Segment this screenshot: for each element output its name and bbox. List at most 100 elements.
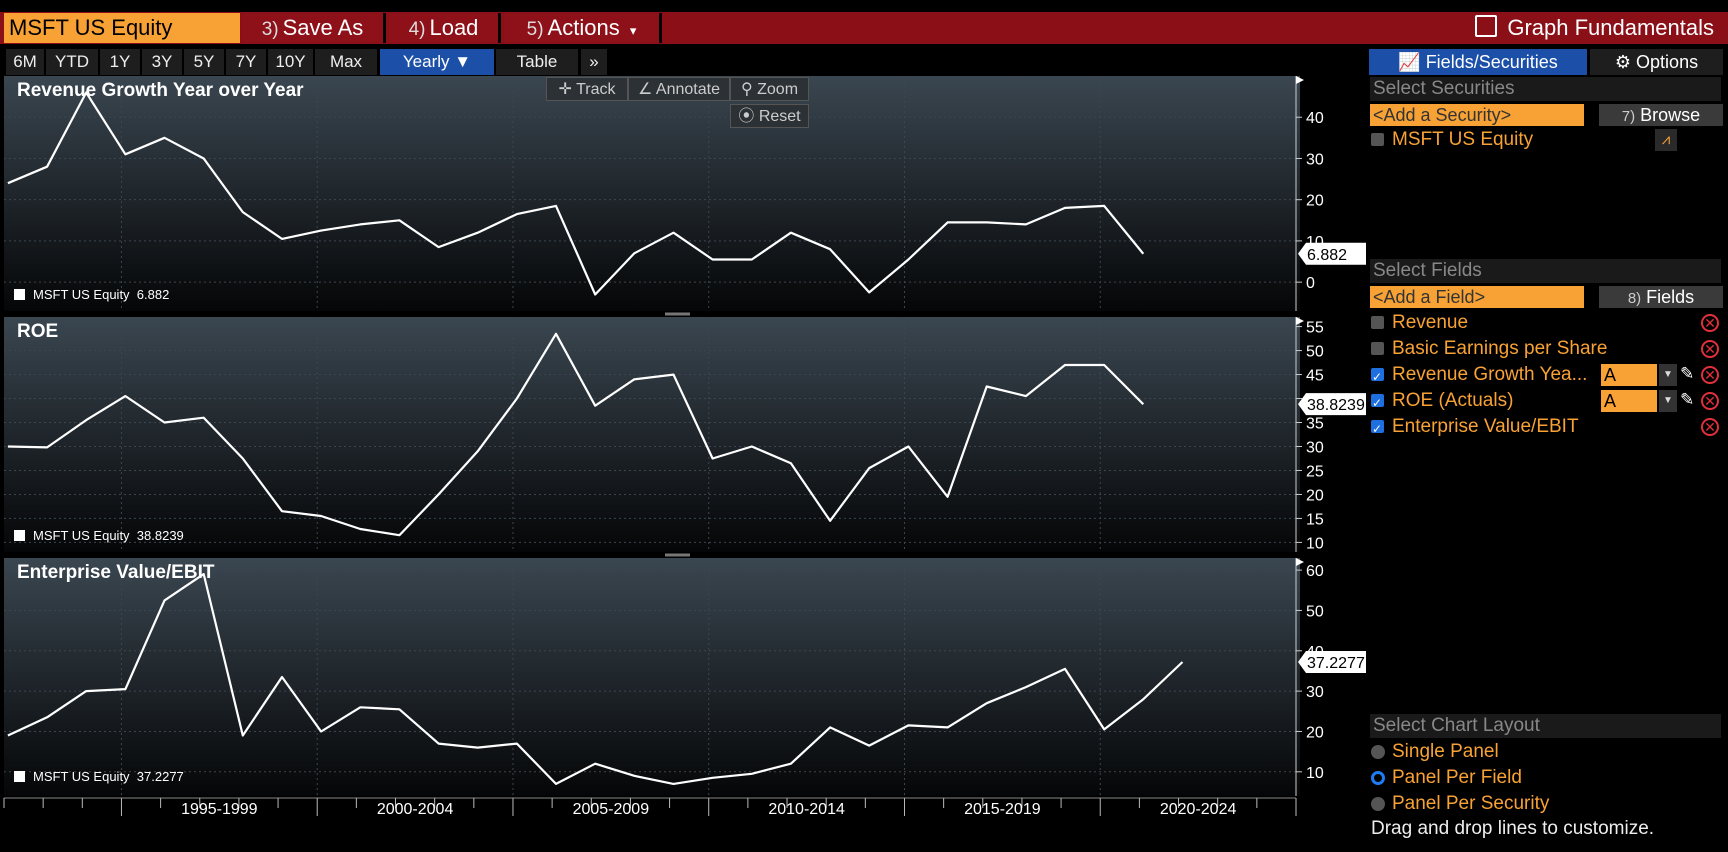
- edit-icon[interactable]: ✎: [1680, 364, 1694, 384]
- x-tick-label: 2020-2024: [1160, 801, 1237, 818]
- browse-button[interactable]: 7) Browse: [1599, 104, 1723, 126]
- last-value-label: 37.2277: [1307, 655, 1365, 672]
- legend-swatch: [14, 530, 25, 541]
- field-item-roe[interactable]: ROE (Actuals): [1371, 389, 1599, 415]
- y-tick-label: 20: [1306, 193, 1324, 210]
- annotate-label: Annotate: [655, 81, 720, 98]
- series-line: [7, 332, 1145, 537]
- line-style-icon[interactable]: ⩘: [1655, 129, 1677, 151]
- remove-field-icon[interactable]: ✕: [1701, 392, 1719, 410]
- y-tick-label: 45: [1306, 368, 1324, 385]
- x-tick-label: 2015-2019: [964, 801, 1041, 818]
- y-tick-label: 30: [1306, 684, 1324, 701]
- y-tick-label: 15: [1306, 511, 1324, 528]
- remove-field-icon[interactable]: ✕: [1701, 340, 1719, 358]
- field-checkbox[interactable]: [1371, 342, 1384, 355]
- y-tick-label: 30: [1306, 151, 1324, 168]
- legend-series-name: MSFT US Equity: [33, 287, 130, 302]
- y-tick-label: 35: [1306, 416, 1324, 433]
- layout-label: Panel Per Field: [1392, 767, 1522, 788]
- zoom-button[interactable]: ⚲ Zoom: [730, 77, 809, 101]
- select-securities-header: Select Securities: [1370, 77, 1721, 101]
- radio-button[interactable]: [1371, 771, 1385, 785]
- legend-value: 38.8239: [136, 528, 184, 543]
- x-tick-label: 2005-2009: [573, 801, 650, 818]
- series-line: [7, 572, 1184, 786]
- range-button-max[interactable]: Max: [315, 49, 377, 75]
- x-tick-label: 2000-2004: [377, 801, 454, 818]
- gear-icon: ⚙: [1614, 52, 1632, 72]
- reset-label: Reset: [758, 108, 801, 125]
- range-button-1y[interactable]: 1Y: [100, 49, 140, 75]
- remove-field-icon[interactable]: ✕: [1701, 366, 1719, 384]
- y-tick-label: 20: [1306, 487, 1324, 504]
- range-button-3y[interactable]: 3Y: [142, 49, 182, 75]
- layout-option-panel-per-field[interactable]: Panel Per Field: [1371, 766, 1671, 790]
- field-checkbox[interactable]: [1371, 365, 1384, 387]
- crosshair-icon: ✛: [558, 81, 572, 98]
- range-button-10y[interactable]: 10Y: [268, 49, 313, 75]
- y-tick-label: 40: [1306, 110, 1324, 127]
- y-tick-label: 0: [1306, 275, 1315, 292]
- chevron-down-icon[interactable]: ▼: [1659, 364, 1677, 386]
- chart-title-ev-ebit: Enterprise Value/EBIT: [17, 562, 215, 583]
- y-tick-label: 60: [1306, 563, 1324, 580]
- select-layout-header: Select Chart Layout: [1370, 714, 1721, 738]
- fields-button-label: Fields: [1646, 287, 1695, 307]
- range-button-5y[interactable]: 5Y: [184, 49, 224, 75]
- field-label: Enterprise Value/EBIT: [1392, 416, 1579, 437]
- layout-option-single-panel[interactable]: Single Panel: [1371, 740, 1671, 764]
- x-tick-label: 2010-2014: [768, 801, 845, 818]
- edit-icon[interactable]: ✎: [1680, 390, 1694, 410]
- range-button-ytd[interactable]: YTD: [46, 49, 98, 75]
- annotate-button[interactable]: ∠ Annotate: [628, 77, 730, 101]
- zoom-label: Zoom: [757, 81, 799, 98]
- chevron-down-icon[interactable]: ▼: [1659, 390, 1677, 412]
- track-button[interactable]: ✛ Track: [546, 77, 628, 101]
- legend-value: 6.882: [136, 287, 170, 302]
- reset-icon: ⦿: [738, 108, 755, 125]
- range-button-6m[interactable]: 6M: [6, 49, 44, 75]
- y-tick-label: 30: [1306, 439, 1324, 456]
- pencil-icon: ∠: [638, 81, 653, 98]
- reset-button[interactable]: ⦿ Reset: [730, 104, 809, 128]
- y-tick-label: 25: [1306, 463, 1324, 480]
- axis-arrow: [1296, 317, 1304, 325]
- tab-fields-securities[interactable]: 📈 Fields/Securities: [1369, 49, 1587, 75]
- y-tick-label: 50: [1306, 603, 1324, 620]
- field-label: Revenue: [1392, 312, 1469, 333]
- range-button-7y[interactable]: 7Y: [226, 49, 266, 75]
- legend-value: 37.2277: [136, 769, 184, 784]
- field-item-ev-ebit[interactable]: Enterprise Value/EBIT: [1371, 415, 1671, 441]
- layout-label: Single Panel: [1392, 741, 1499, 762]
- last-value-label: 6.882: [1307, 247, 1347, 264]
- axis-select[interactable]: A: [1601, 364, 1657, 386]
- legend-ev-ebit: MSFT US Equity 37.2277: [14, 769, 184, 784]
- field-checkbox[interactable]: [1371, 316, 1384, 329]
- axis-arrow: [1296, 76, 1304, 84]
- field-checkbox[interactable]: [1371, 391, 1384, 415]
- axis-select[interactable]: A: [1601, 390, 1657, 412]
- security-checkbox[interactable]: [1371, 133, 1384, 146]
- radio-button[interactable]: [1371, 797, 1385, 811]
- track-label: Track: [576, 81, 616, 98]
- chart-title-roe: ROE: [17, 321, 59, 342]
- legend-swatch: [14, 771, 25, 782]
- remove-field-icon[interactable]: ✕: [1701, 418, 1719, 436]
- tab-options[interactable]: ⚙ Options: [1590, 49, 1723, 75]
- field-item-revenue[interactable]: Revenue: [1371, 311, 1671, 335]
- add-field-input[interactable]: <Add a Field>: [1370, 286, 1584, 308]
- y-tick-label: 10: [1306, 535, 1324, 552]
- chart-icon: 📈: [1398, 52, 1421, 72]
- fields-button[interactable]: 8) Fields: [1599, 286, 1723, 308]
- add-security-input[interactable]: <Add a Security>: [1370, 104, 1584, 126]
- radio-button[interactable]: [1371, 745, 1385, 759]
- field-item-basic-eps[interactable]: Basic Earnings per Share: [1371, 337, 1671, 361]
- y-tick-label: 10: [1306, 765, 1324, 782]
- security-label: MSFT US Equity: [1392, 129, 1534, 150]
- remove-field-icon[interactable]: ✕: [1701, 314, 1719, 332]
- field-item-revenue-growth[interactable]: Revenue Growth Yea...: [1371, 363, 1599, 387]
- layout-option-panel-per-security[interactable]: Panel Per Security: [1371, 792, 1671, 816]
- field-checkbox[interactable]: [1371, 417, 1384, 441]
- axis-arrow: [1296, 558, 1304, 566]
